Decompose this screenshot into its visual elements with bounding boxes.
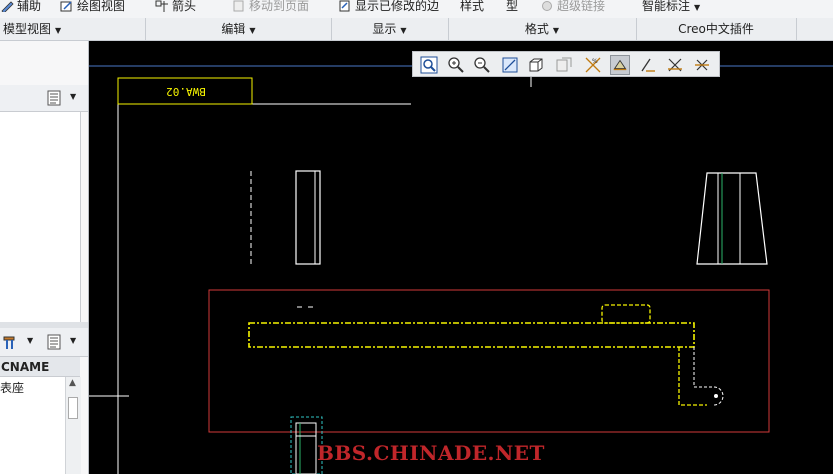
view-toolbar: % [412,51,720,77]
drawing-canvas[interactable]: BWA.02 BBS.CHINADE.NET [89,41,833,474]
group-format[interactable]: 格式 ▼ [448,18,637,40]
display-style-icon[interactable] [526,55,546,75]
list-settings-icon[interactable] [46,90,62,106]
style-button[interactable]: 样式 [460,0,484,15]
type-button[interactable]: 型 [506,0,518,15]
saved-views-icon[interactable] [554,55,574,75]
repaint-icon[interactable] [500,55,520,75]
hook-point [714,394,718,398]
bottom-feature-body [295,422,317,474]
arrow-button[interactable]: 箭头 [155,0,196,15]
chevron-down-icon: ▼ [694,3,701,12]
highlight-leg [678,347,707,406]
smart-annotation-label: 智能标注 [642,0,691,13]
arrow-icon [155,0,168,12]
svg-text:%: % [592,58,598,65]
vertical-scrollbar[interactable]: ▲ [65,377,81,474]
highlight-body [248,322,695,348]
chevron-down-icon: ▼ [249,26,256,35]
watermark: BBS.CHINADE.NET [317,441,545,465]
show-modified-edges-button[interactable]: 显示已修改的边 [338,0,439,15]
group-format-label: 格式 [524,22,549,36]
left-panel: ▼ ▼ ▼ CNAME 表座 ▲ [0,41,89,474]
show-modified-edges-label: 显示已修改的边 [355,0,440,13]
scroll-up-icon[interactable]: ▲ [69,378,76,388]
hyperlink-button[interactable]: 超级链接 [540,0,605,15]
list-settings-icon[interactable] [46,334,62,350]
group-edit[interactable]: 编辑 ▼ [146,18,332,40]
pencil-icon [1,1,14,12]
style-label: 样式 [460,0,485,13]
group-display[interactable]: 显示 ▼ [331,18,449,40]
group-creo-plugin[interactable]: Creo中文插件 [636,18,797,40]
hook-outline [693,347,724,406]
refit-icon[interactable] [419,55,439,75]
drawing-view-icon [60,1,72,12]
group-creo-plugin-label: Creo中文插件 [678,22,754,36]
move-to-sheet-button[interactable]: 移动到页面 [232,0,309,15]
sheet-label: BWA.02 [166,85,206,98]
list-item[interactable]: 表座 [0,379,24,396]
chevron-down-icon: ▼ [400,26,407,35]
move-to-sheet-icon [233,0,244,12]
type-label: 型 [506,0,519,13]
drawing-view-button[interactable]: 绘图视图 [60,0,125,15]
group-model-views[interactable]: 模型视图 ▼ [0,18,146,40]
layer-toolbar: ▼ ▼ [0,328,88,357]
chevron-down-icon[interactable]: ▼ [70,92,76,101]
coordinate-system-icon[interactable] [692,55,712,75]
chevron-down-icon[interactable]: ▼ [27,336,33,345]
hyperlink-icon [542,1,552,11]
chevron-down-icon: ▼ [552,26,560,35]
column-header-cname[interactable]: CNAME [0,357,80,377]
zoom-in-icon[interactable] [446,55,466,75]
datum-point-icon[interactable] [665,55,685,75]
datum-display-icon[interactable]: % [583,55,603,75]
group-edit-label: 编辑 [221,22,246,36]
chevron-down-icon: ▼ [55,26,62,35]
modified-edges-icon [339,0,350,12]
drawing-view-label: 绘图视图 [77,0,126,13]
view1-rect [295,170,321,265]
tree-toolbar: ▼ [0,85,88,112]
section-view-border [208,289,770,433]
ribbon-group-row: 模型视图 ▼ 编辑 ▼ 显示 ▼ 格式 ▼ Creo中文插件 [0,18,833,41]
model-tree [0,112,81,322]
chevron-down-icon[interactable]: ▼ [70,336,76,345]
arrow-label: 箭头 [172,0,197,13]
auxiliary-button[interactable]: 辅助 [0,0,41,15]
auxiliary-label: 辅助 [17,0,42,13]
group-display-label: 显示 [372,22,397,36]
ribbon-toolbar: 辅助 绘图视图 箭头 移动到页面 显示已修改的边 样式 型 超级链接 智能标注 ▼ [0,0,833,18]
panel-blank-area [0,41,88,86]
tools-icon[interactable] [2,334,18,350]
parameter-list: 表座 [0,377,66,474]
smart-annotation-button[interactable]: 智能标注 ▼ [642,0,700,15]
move-to-sheet-label: 移动到页面 [249,0,310,13]
datum-axis-icon[interactable] [638,55,658,75]
hyperlink-label: 超级链接 [557,0,606,13]
drawing-geometry [89,65,833,474]
annotation-display-icon[interactable] [610,55,630,75]
view2-trapezoid [696,172,768,265]
scroll-thumb[interactable] [68,397,78,419]
group-model-views-label: 模型视图 [3,22,52,36]
highlight-boss [601,304,651,324]
zoom-out-icon[interactable] [472,55,492,75]
